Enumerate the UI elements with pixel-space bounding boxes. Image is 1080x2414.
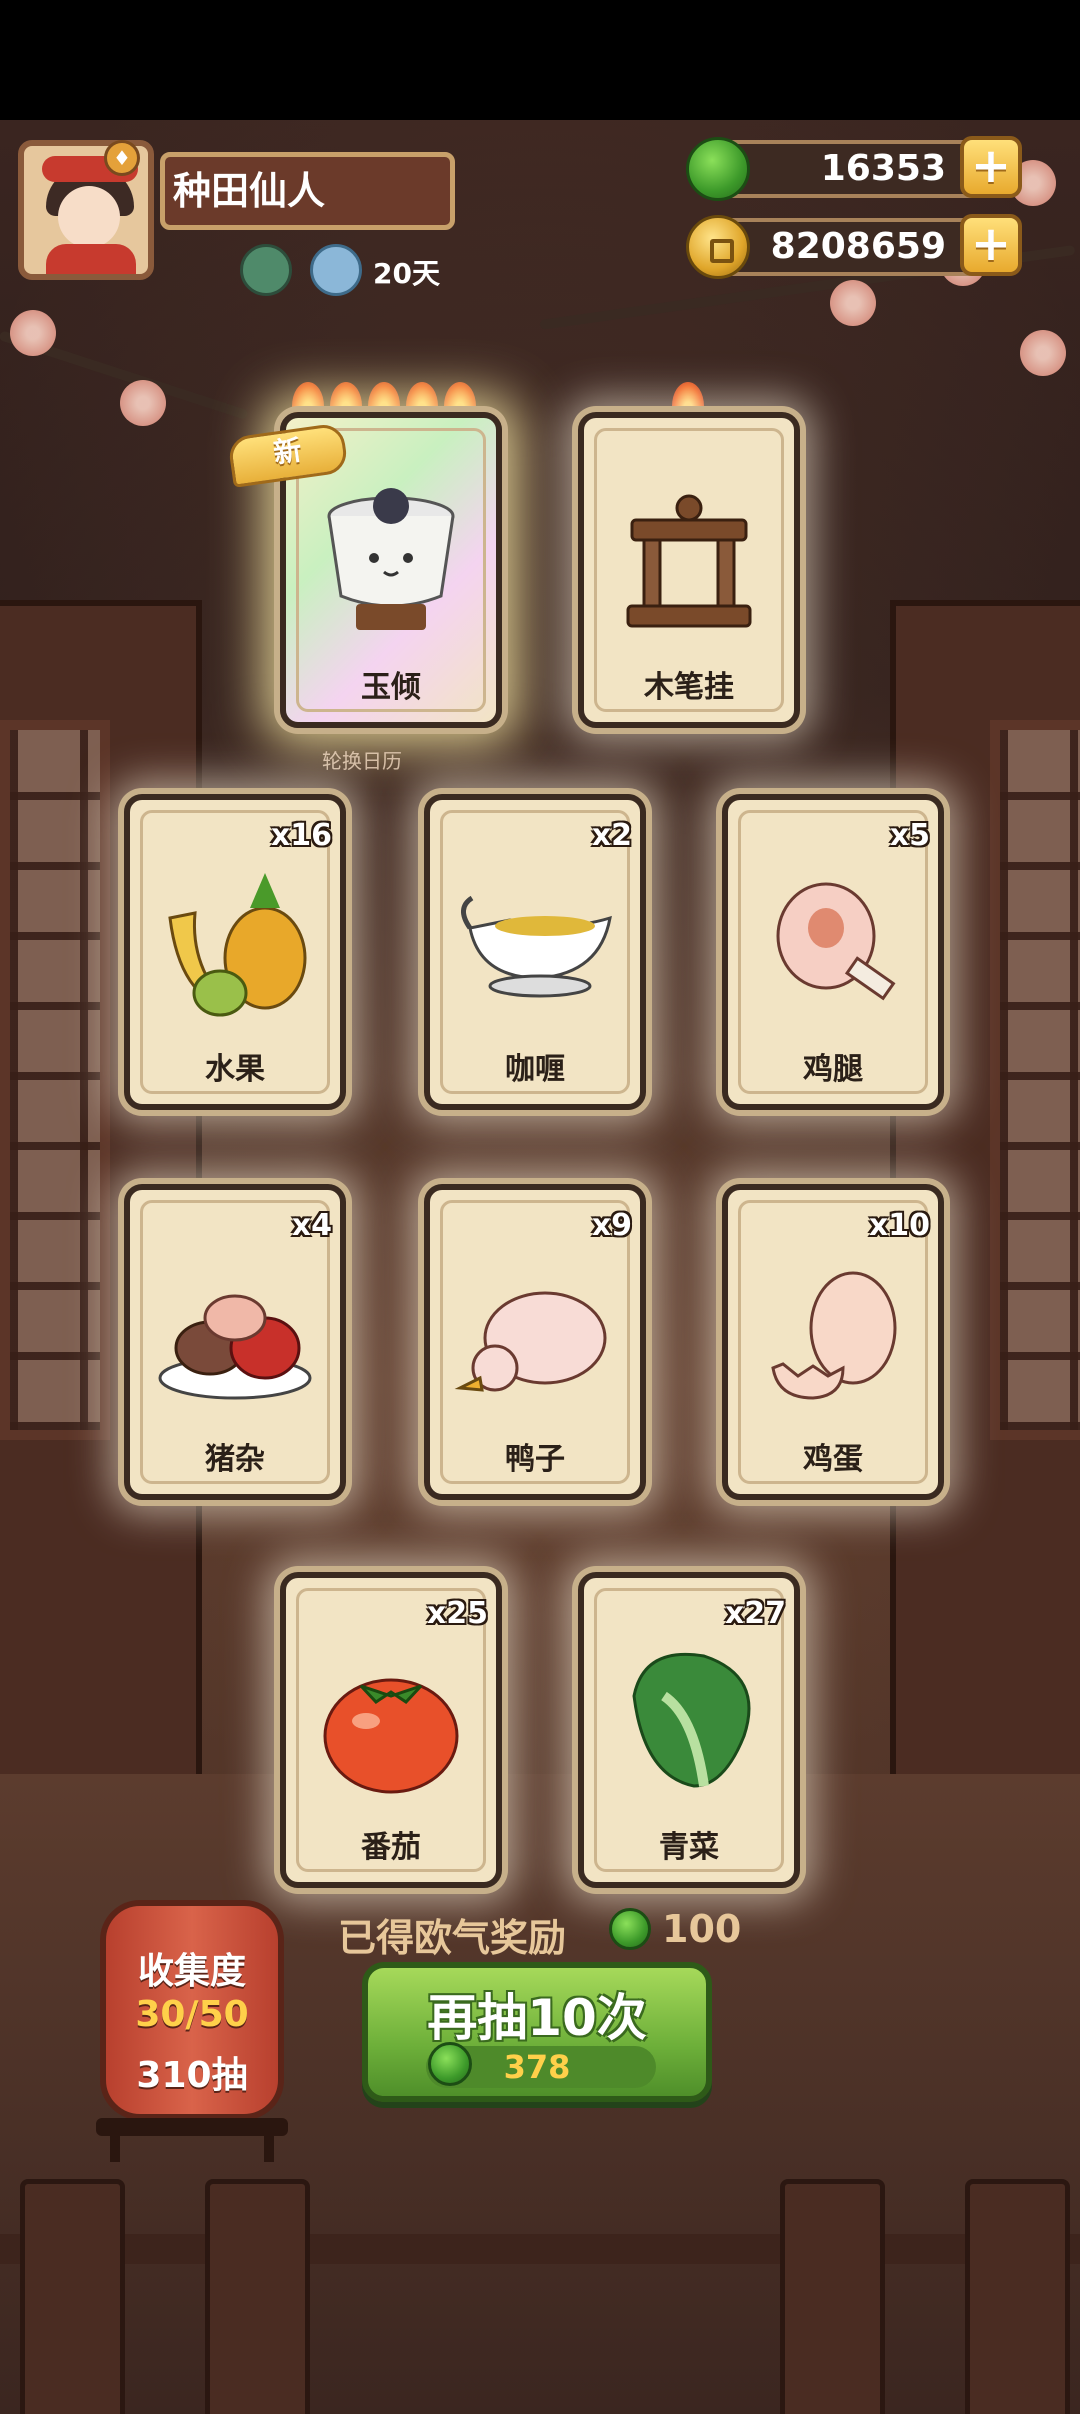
fruit-art	[168, 873, 307, 1017]
chicken-leg-art	[776, 882, 896, 1001]
card-count: x25	[426, 1596, 488, 1631]
card-ingredient-1[interactable]: x2 咖喱	[424, 794, 646, 1110]
lantern-leg	[110, 2132, 120, 2162]
card-label: 玉倾	[361, 670, 421, 705]
curry-art	[461, 895, 612, 998]
card-count: x5	[889, 818, 930, 853]
pork-offal-art	[158, 1294, 312, 1400]
collection-lantern-button[interactable]: 收集度 30/50 310抽	[100, 1900, 284, 2120]
card-count: x10	[868, 1208, 930, 1243]
lantern-leg	[264, 2132, 274, 2162]
card-count: x27	[724, 1596, 786, 1631]
card-label: 鸡蛋	[803, 1442, 863, 1477]
card-ingredient-6[interactable]: x25 番茄	[280, 1572, 502, 1888]
card-label: 咖喱	[505, 1052, 565, 1087]
fence-post	[965, 2179, 1070, 2414]
fence-rail	[0, 2234, 1080, 2264]
card-label: 鸭子	[505, 1442, 565, 1477]
card-label: 鸡腿	[803, 1052, 863, 1087]
fence-post	[780, 2179, 885, 2414]
calendar-caption: 轮换日历	[322, 749, 402, 773]
egg-art	[771, 1271, 897, 1400]
card-count: x4	[291, 1208, 332, 1243]
fence-post	[205, 2179, 310, 2414]
card-ingredient-5[interactable]: x10 鸡蛋	[722, 1184, 944, 1500]
player-name: 种田仙人	[160, 152, 455, 230]
right-lattice-window	[990, 720, 1080, 1440]
card-label: 番茄	[361, 1830, 421, 1865]
card-count: x16	[270, 818, 332, 853]
add-coin-button[interactable]: +	[960, 214, 1022, 276]
card-label: 猪杂	[205, 1442, 265, 1477]
tomato-art	[323, 1678, 459, 1794]
avatar-face	[58, 186, 120, 248]
bowl-status-icon[interactable]	[310, 244, 362, 296]
greens-art	[632, 1652, 751, 1788]
jade-icon	[609, 1908, 651, 1950]
coin-icon	[686, 215, 750, 279]
blossom-flower	[10, 310, 56, 356]
blossom-flower	[120, 380, 166, 426]
jade-icon	[686, 137, 750, 201]
fence-post	[20, 2179, 125, 2414]
blossom-flower	[830, 280, 876, 326]
draw-button-label: 再抽10次	[427, 1989, 647, 2047]
card-count: x2	[591, 818, 632, 853]
collection-progress: 30/50	[135, 1994, 249, 2035]
avatar-body	[46, 244, 136, 274]
draw-again-button[interactable]: 再抽10次 378	[362, 1962, 712, 2102]
book-status-icon[interactable]	[240, 244, 292, 296]
card-count: x9	[591, 1208, 632, 1243]
left-lattice-window	[0, 720, 110, 1440]
card-ingredient-0[interactable]: x16 水果	[124, 794, 346, 1110]
card-ingredient-7[interactable]: x27 青菜	[578, 1572, 800, 1888]
blossom-flower	[1020, 330, 1066, 376]
card-ingredient-3[interactable]: x4 猪杂	[124, 1184, 346, 1500]
reward-label: 已得欧气奖励	[338, 1916, 567, 1960]
card-ingredient-2[interactable]: x5 鸡腿	[722, 794, 944, 1110]
jade-cup-art	[327, 488, 455, 630]
add-jade-button[interactable]: +	[960, 136, 1022, 198]
card-ingredient-4[interactable]: x9 鸭子	[424, 1184, 646, 1500]
lantern-stand	[96, 2118, 288, 2136]
collection-draws: 310抽	[136, 2055, 248, 2096]
avatar-badge-icon: ♦	[104, 140, 140, 176]
card-featured-1[interactable]: 木笔挂	[578, 412, 800, 728]
card-label: 木笔挂	[644, 670, 734, 705]
card-label: 水果	[205, 1052, 265, 1087]
collection-title: 收集度	[137, 1951, 246, 1992]
card-label: 青菜	[659, 1830, 719, 1865]
reward-value: 100	[662, 1907, 742, 1951]
draw-cost: 378	[503, 2048, 571, 2086]
brush-rack-art	[626, 494, 752, 628]
days-counter: 20天	[373, 257, 440, 290]
duck-art	[454, 1291, 607, 1392]
